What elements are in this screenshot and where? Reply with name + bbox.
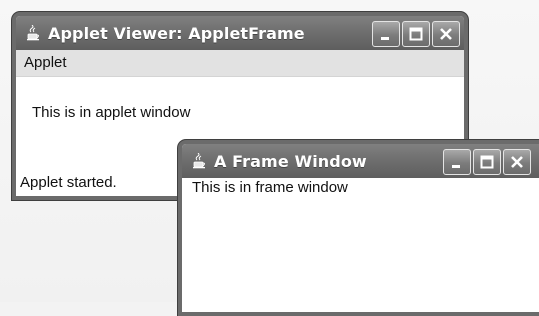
maximize-button[interactable] — [402, 21, 430, 47]
minimize-icon — [452, 165, 460, 168]
minimize-button[interactable] — [443, 149, 471, 175]
close-icon — [440, 28, 452, 40]
maximize-button[interactable] — [473, 149, 501, 175]
frame-window-titlebar[interactable]: A Frame Window — [182, 144, 539, 178]
close-button[interactable] — [503, 149, 531, 175]
close-icon — [511, 156, 523, 168]
minimize-button[interactable] — [372, 21, 400, 47]
java-cup-icon — [24, 24, 42, 42]
applet-menu[interactable]: Applet — [24, 54, 67, 71]
window-title: A Frame Window — [214, 151, 367, 171]
frame-window: A Frame Window This is in frame window — [178, 140, 539, 316]
applet-window-titlebar[interactable]: Applet Viewer: AppletFrame — [16, 16, 464, 50]
frame-content-text: This is in frame window — [192, 179, 348, 196]
java-cup-icon — [190, 152, 208, 170]
maximize-icon — [409, 27, 423, 41]
menu-bar: Applet — [16, 50, 464, 77]
maximize-icon — [480, 155, 494, 169]
minimize-icon — [381, 37, 389, 40]
close-button[interactable] — [432, 21, 460, 47]
applet-content-text: This is in applet window — [32, 104, 191, 121]
applet-status-text: Applet started. — [20, 174, 117, 191]
window-title: Applet Viewer: AppletFrame — [48, 23, 305, 43]
